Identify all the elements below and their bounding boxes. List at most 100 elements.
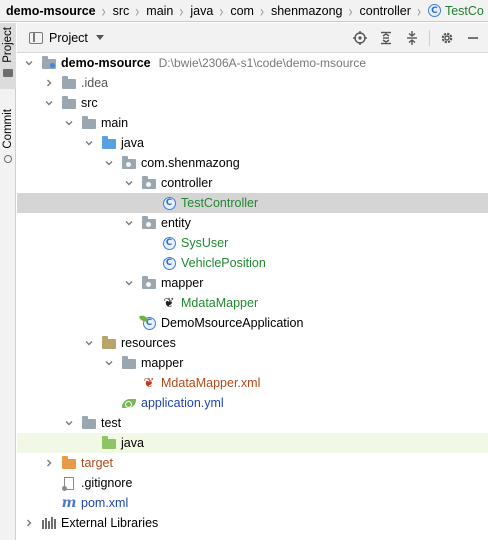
breadcrumb-separator: › xyxy=(416,0,421,21)
project-panel-header: Project xyxy=(17,23,488,53)
chevron-right-icon[interactable] xyxy=(43,77,55,89)
tree-item-label: java xyxy=(121,436,144,450)
chevron-down-icon[interactable] xyxy=(83,137,95,149)
tree-row[interactable]: controller xyxy=(17,173,488,193)
tool-tab-commit[interactable]: Commit xyxy=(0,105,16,175)
breadcrumb-item[interactable]: src xyxy=(113,0,130,21)
tree-row[interactable]: External Libraries xyxy=(17,513,488,533)
breadcrumb-item[interactable]: C TestCo xyxy=(427,0,484,21)
folder-icon xyxy=(61,96,77,110)
test-folder-icon xyxy=(101,436,117,450)
tree-item-label: mapper xyxy=(161,276,204,290)
breadcrumb-label: TestCo xyxy=(444,3,484,18)
tree-row[interactable]: target xyxy=(17,453,488,473)
breadcrumb-label: shenmazong xyxy=(270,3,343,18)
breadcrumb: demo-msource › src › main › java › com › shenmazon… xyxy=(0,0,488,22)
gear-icon[interactable] xyxy=(438,29,456,47)
module-folder-icon xyxy=(41,56,57,70)
file-icon xyxy=(61,476,77,491)
tree-row[interactable]: main xyxy=(17,113,488,133)
spring-boot-class-icon: C xyxy=(141,316,157,330)
class-icon: C xyxy=(161,236,177,250)
tree-row[interactable]: C TestController xyxy=(17,193,488,213)
breadcrumb-item[interactable]: main xyxy=(146,0,174,21)
breadcrumb-separator: › xyxy=(348,0,353,21)
source-folder-icon xyxy=(101,136,117,150)
breadcrumb-item[interactable]: shenmazong xyxy=(270,0,343,21)
libraries-icon xyxy=(41,516,57,530)
tree-row[interactable]: ❦ MdataMapper xyxy=(17,293,488,313)
tree-item-label: com.shenmazong xyxy=(141,156,240,170)
tree-row[interactable]: entity xyxy=(17,213,488,233)
tree-row[interactable]: test xyxy=(17,413,488,433)
breadcrumb-item[interactable]: com xyxy=(230,0,254,21)
breadcrumb-label: main xyxy=(146,3,174,18)
tree-row[interactable]: .gitignore xyxy=(17,473,488,493)
chevron-down-icon[interactable] xyxy=(103,157,115,169)
tree-row[interactable]: .idea xyxy=(17,73,488,93)
chevron-down-icon[interactable] xyxy=(123,277,135,289)
tree-row[interactable]: demo-msource D:\bwie\2306A-s1\code\demo-m… xyxy=(17,53,488,73)
tree-item-label: target xyxy=(81,456,113,470)
maven-icon: m xyxy=(61,495,77,511)
chevron-right-icon[interactable] xyxy=(23,517,35,529)
collapse-all-icon[interactable] xyxy=(403,29,421,47)
tree-row[interactable]: java xyxy=(17,133,488,153)
tree-item-label: SysUser xyxy=(181,236,229,250)
chevron-down-icon[interactable] xyxy=(63,417,75,429)
panel-title[interactable]: Project xyxy=(49,31,88,45)
package-icon xyxy=(121,156,137,170)
breadcrumb-item[interactable]: java xyxy=(190,0,213,21)
tree-row[interactable]: C VehiclePosition xyxy=(17,253,488,273)
tree-row[interactable]: C SysUser xyxy=(17,233,488,253)
tree-row[interactable]: com.shenmazong xyxy=(17,153,488,173)
tree-item-label: demo-msource xyxy=(61,56,151,70)
tree-item-label: entity xyxy=(161,216,191,230)
package-icon xyxy=(141,216,157,230)
tree-item-label: MdataMapper.xml xyxy=(161,376,261,390)
tool-tab-commit-label: Commit xyxy=(2,109,14,149)
class-icon: C xyxy=(427,4,441,17)
folder-icon xyxy=(121,356,137,370)
chevron-down-icon[interactable] xyxy=(23,57,35,69)
tree-item-label: MdataMapper xyxy=(181,296,259,310)
tree-item-label: resources xyxy=(121,336,176,350)
tree-row[interactable]: mapper xyxy=(17,353,488,373)
tree-item-label: TestController xyxy=(181,196,259,210)
tree-row[interactable]: m pom.xml xyxy=(17,493,488,513)
chevron-down-icon[interactable] xyxy=(63,117,75,129)
chevron-down-icon[interactable] xyxy=(123,217,135,229)
folder-icon xyxy=(81,416,97,430)
hide-icon[interactable] xyxy=(464,29,482,47)
expand-all-icon[interactable] xyxy=(377,29,395,47)
breadcrumb-separator: › xyxy=(219,0,224,21)
project-folder-icon xyxy=(3,68,13,77)
tree-row[interactable]: src xyxy=(17,93,488,113)
breadcrumb-item[interactable]: demo-msource xyxy=(6,0,96,21)
tree-row[interactable]: mapper xyxy=(17,273,488,293)
tree-row[interactable]: resources xyxy=(17,333,488,353)
tree-item-label: main xyxy=(101,116,129,130)
tree-item-label: test xyxy=(101,416,122,430)
chevron-down-icon[interactable] xyxy=(43,97,55,109)
breadcrumb-separator: › xyxy=(179,0,184,21)
tree-row[interactable]: C DemoMsourceApplication xyxy=(17,313,488,333)
tree-item-label: VehiclePosition xyxy=(181,256,266,270)
chevron-down-icon[interactable] xyxy=(103,357,115,369)
chevron-right-icon[interactable] xyxy=(43,457,55,469)
tree-row[interactable]: java xyxy=(17,433,488,453)
view-selector-chevron-down-icon[interactable] xyxy=(95,35,104,40)
breadcrumb-item[interactable]: controller xyxy=(360,0,411,21)
tree-item-label: java xyxy=(121,136,144,150)
tree-row[interactable]: application.yml xyxy=(17,393,488,413)
tool-tab-project[interactable]: Project xyxy=(0,23,16,89)
tree-item-label: External Libraries xyxy=(61,516,159,530)
breadcrumb-separator: › xyxy=(101,0,106,21)
chevron-down-icon[interactable] xyxy=(83,337,95,349)
chevron-down-icon[interactable] xyxy=(123,177,135,189)
tree-row[interactable]: ❦ MdataMapper.xml xyxy=(17,373,488,393)
panel-toolbar xyxy=(343,23,482,53)
locate-icon[interactable] xyxy=(351,29,369,47)
tree-item-label: pom.xml xyxy=(81,496,129,510)
tree-item-label: .gitignore xyxy=(81,476,133,490)
